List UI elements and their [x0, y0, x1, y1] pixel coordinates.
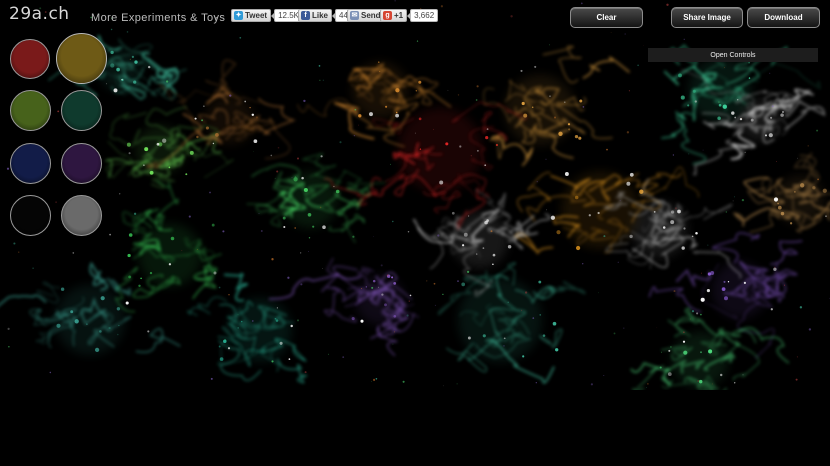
swatch-gold-selected[interactable] [56, 33, 107, 84]
google-plus-icon: g [383, 11, 392, 20]
tweet-button[interactable]: ✦ Tweet [231, 9, 272, 22]
send-button[interactable]: ✉ Send [347, 9, 385, 22]
like-button[interactable]: f Like [298, 9, 333, 22]
tweet-label: Tweet [245, 11, 268, 20]
swatch-teal[interactable] [61, 90, 102, 131]
swatch-red[interactable] [10, 39, 50, 79]
twitter-bird-icon: ✦ [234, 11, 243, 20]
send-label: Send [361, 11, 381, 20]
send-widget[interactable]: ✉ Send [347, 9, 385, 22]
download-button[interactable]: Download [747, 7, 820, 28]
open-controls-button[interactable]: Open Controls [648, 48, 818, 62]
like-label: Like [312, 11, 329, 20]
plusone-widget[interactable]: g +1 3,662 [380, 9, 439, 22]
app-stage: 29a.ch More Experiments & Toys ✦ Tweet 1… [0, 0, 830, 466]
send-envelope-icon: ✉ [350, 11, 359, 20]
swatch-lime[interactable] [10, 90, 51, 131]
site-logo[interactable]: 29a.ch [9, 4, 70, 24]
swatch-purple[interactable] [61, 143, 102, 184]
swatch-navy[interactable] [10, 143, 51, 184]
swatch-black[interactable] [10, 195, 51, 236]
swatch-white[interactable] [61, 195, 102, 236]
share-image-button[interactable]: Share Image [671, 7, 743, 28]
more-experiments-link[interactable]: More Experiments & Toys [91, 12, 225, 24]
clear-button[interactable]: Clear [570, 7, 643, 28]
plusone-label: +1 [394, 11, 404, 20]
facebook-icon: f [301, 11, 310, 20]
plusone-button[interactable]: g +1 [380, 9, 408, 22]
plusone-count: 3,662 [407, 9, 439, 22]
tweet-widget[interactable]: ✦ Tweet 12.5K [231, 9, 303, 22]
